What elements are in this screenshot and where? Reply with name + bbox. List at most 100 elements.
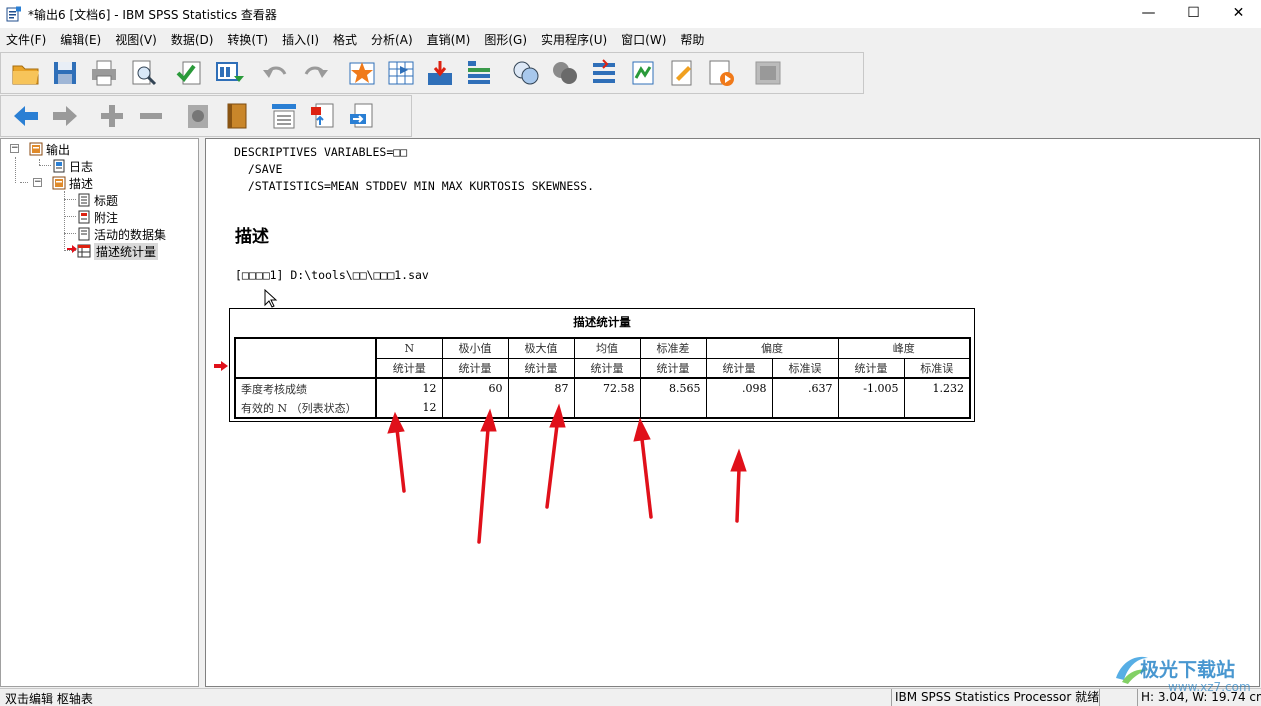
tree-label-title: 标题 — [94, 193, 119, 208]
menu-graphs[interactable]: 图形(G) — [484, 31, 527, 48]
tree-item-log[interactable]: 日志 — [52, 158, 93, 174]
row-label-score: 季度考核成绩 — [235, 377, 376, 398]
goto-variable-icon[interactable] — [423, 56, 457, 90]
redo-icon[interactable] — [298, 56, 332, 90]
select-cases-icon[interactable] — [626, 56, 660, 90]
menu-utilities[interactable]: 实用程序(U) — [541, 31, 607, 48]
menu-direct-marketing[interactable]: 直销(M) — [427, 31, 471, 48]
pivot-table-descriptive-statistics[interactable]: 描述统计量 N 极小值 极大值 均值 标准差 偏度 峰度 统计量 统计量 统计量… — [229, 308, 975, 422]
output-content-pane[interactable]: DESCRIPTIVES VARIABLES=□□ /SAVE /STATIST… — [205, 138, 1260, 687]
circles-icon[interactable] — [509, 56, 543, 90]
cell-stddev: 8.565 — [639, 377, 706, 398]
save-icon[interactable] — [48, 56, 82, 90]
log-icon — [53, 159, 65, 173]
open-icon[interactable] — [9, 56, 43, 90]
red-arrow-icon — [730, 448, 747, 523]
hide-icon[interactable] — [181, 99, 215, 133]
expand-icon[interactable] — [95, 99, 129, 133]
collapse-icon[interactable] — [134, 99, 168, 133]
tree-label-descriptives: 描述 — [69, 176, 94, 191]
col-header-stddev: 标准差 — [639, 338, 706, 358]
menu-file[interactable]: 文件(F) — [6, 31, 46, 48]
variables-icon[interactable] — [462, 56, 496, 90]
tree-item-descriptives[interactable]: 描述 — [52, 175, 93, 191]
watermark-url: www.xz7.com — [1168, 680, 1251, 694]
cell-valid-n: 12 — [375, 398, 442, 418]
print-preview-icon[interactable] — [126, 56, 160, 90]
menu-help[interactable]: 帮助 — [680, 31, 704, 48]
syntax-line: DESCRIPTIVES VARIABLES=□□ — [234, 145, 408, 159]
col-header-mean: 均值 — [573, 338, 640, 358]
book-icon[interactable] — [220, 99, 254, 133]
window-title: *输出6 [文档6] - IBM SPSS Statistics 查看器 — [28, 7, 277, 22]
insert-title-icon[interactable] — [306, 99, 340, 133]
menu-format[interactable]: 格式 — [333, 31, 357, 48]
tree-item-output[interactable]: 输出 — [29, 141, 70, 157]
sub-header: 统计量 — [573, 357, 640, 378]
minimize-button[interactable]: — — [1126, 0, 1171, 26]
menu-window[interactable]: 窗口(W) — [621, 31, 666, 48]
back-icon[interactable] — [9, 99, 43, 133]
menu-view[interactable]: 视图(V) — [115, 31, 157, 48]
menu-insert[interactable]: 插入(I) — [282, 31, 319, 48]
cell-mean: 72.58 — [573, 377, 640, 398]
menu-transform[interactable]: 转换(T) — [227, 31, 268, 48]
folder-book-icon — [52, 176, 66, 190]
col-header-skewness: 偏度 — [705, 338, 838, 358]
syntax-block: DESCRIPTIVES VARIABLES=□□ /SAVE /STATIST… — [234, 144, 594, 195]
status-hint: 双击编辑 枢轴表 — [5, 692, 93, 706]
pivot-title: 描述统计量 — [573, 315, 631, 329]
menu-edit[interactable]: 编辑(E) — [60, 31, 101, 48]
tree-expander-root[interactable]: − — [10, 144, 19, 153]
tree-label-log: 日志 — [69, 159, 94, 174]
cell-min: 60 — [441, 377, 508, 398]
goto-data-icon[interactable] — [345, 56, 379, 90]
current-item-arrow-icon — [67, 245, 77, 253]
tree-item-descriptive-statistics[interactable]: 描述统计量 — [77, 242, 159, 260]
tree-item-title[interactable]: 标题 — [77, 192, 118, 208]
selection-arrow-icon — [214, 361, 228, 371]
designate-window-icon[interactable] — [704, 56, 738, 90]
col-header-kurtosis: 峰度 — [837, 338, 970, 358]
dataset-path: [□□□□1] D:\tools\□□\□□□1.sav — [235, 268, 429, 282]
goto-case-icon[interactable] — [384, 56, 418, 90]
export-icon[interactable] — [173, 56, 207, 90]
menu-analyze[interactable]: 分析(A) — [371, 31, 413, 48]
tree-expander-desc[interactable]: − — [33, 178, 42, 187]
section-heading: 描述 — [235, 227, 269, 247]
menu-data[interactable]: 数据(D) — [171, 31, 214, 48]
col-header-max: 极大值 — [507, 338, 574, 358]
recall-dialog-icon[interactable] — [212, 56, 246, 90]
forward-icon[interactable] — [48, 99, 82, 133]
print-icon[interactable] — [87, 56, 121, 90]
sub-header: 统计量 — [441, 357, 508, 378]
pivot-corner — [235, 338, 376, 378]
tree-label-descriptive-statistics: 描述统计量 — [94, 242, 159, 260]
gray-circles-icon[interactable] — [548, 56, 582, 90]
spss-viewer-window: *输出6 [文档6] - IBM SPSS Statistics 查看器 — ☐… — [0, 0, 1261, 706]
pivot-table-icon — [77, 244, 91, 258]
outline-tree-pane[interactable]: − 输出 日志 − 描述 标题 附注 活动的数据集 描述统计量 — [0, 138, 199, 687]
sub-header-stderr: 标准误 — [903, 357, 970, 378]
split-file-icon[interactable] — [587, 56, 621, 90]
sub-header-stderr: 标准误 — [771, 357, 838, 378]
sub-header: 统计量 — [375, 357, 442, 378]
status-bar: 双击编辑 枢轴表 IBM SPSS Statistics Processor 就… — [0, 688, 1261, 706]
maximize-button[interactable]: ☐ — [1171, 0, 1216, 26]
col-header-n: N — [375, 338, 442, 358]
insert-heading-icon[interactable] — [267, 99, 301, 133]
tree-item-active-dataset[interactable]: 活动的数据集 — [77, 226, 166, 242]
close-button[interactable]: ✕ — [1216, 0, 1261, 26]
undo-icon[interactable] — [259, 56, 293, 90]
insert-text-icon[interactable] — [345, 99, 379, 133]
red-arrow-icon — [633, 417, 653, 519]
menu-bar: 文件(F) 编辑(E) 视图(V) 数据(D) 转换(T) 插入(I) 格式 分… — [0, 28, 1261, 50]
tree-label-output: 输出 — [46, 142, 71, 157]
sub-header: 统计量 — [639, 357, 706, 378]
title-bar: *输出6 [文档6] - IBM SPSS Statistics 查看器 — ☐… — [0, 0, 1261, 28]
tree-item-notes[interactable]: 附注 — [77, 209, 118, 225]
value-labels-icon[interactable] — [665, 56, 699, 90]
tree-label-notes: 附注 — [94, 210, 119, 225]
col-header-min: 极小值 — [441, 338, 508, 358]
main-toolbar — [0, 52, 864, 94]
